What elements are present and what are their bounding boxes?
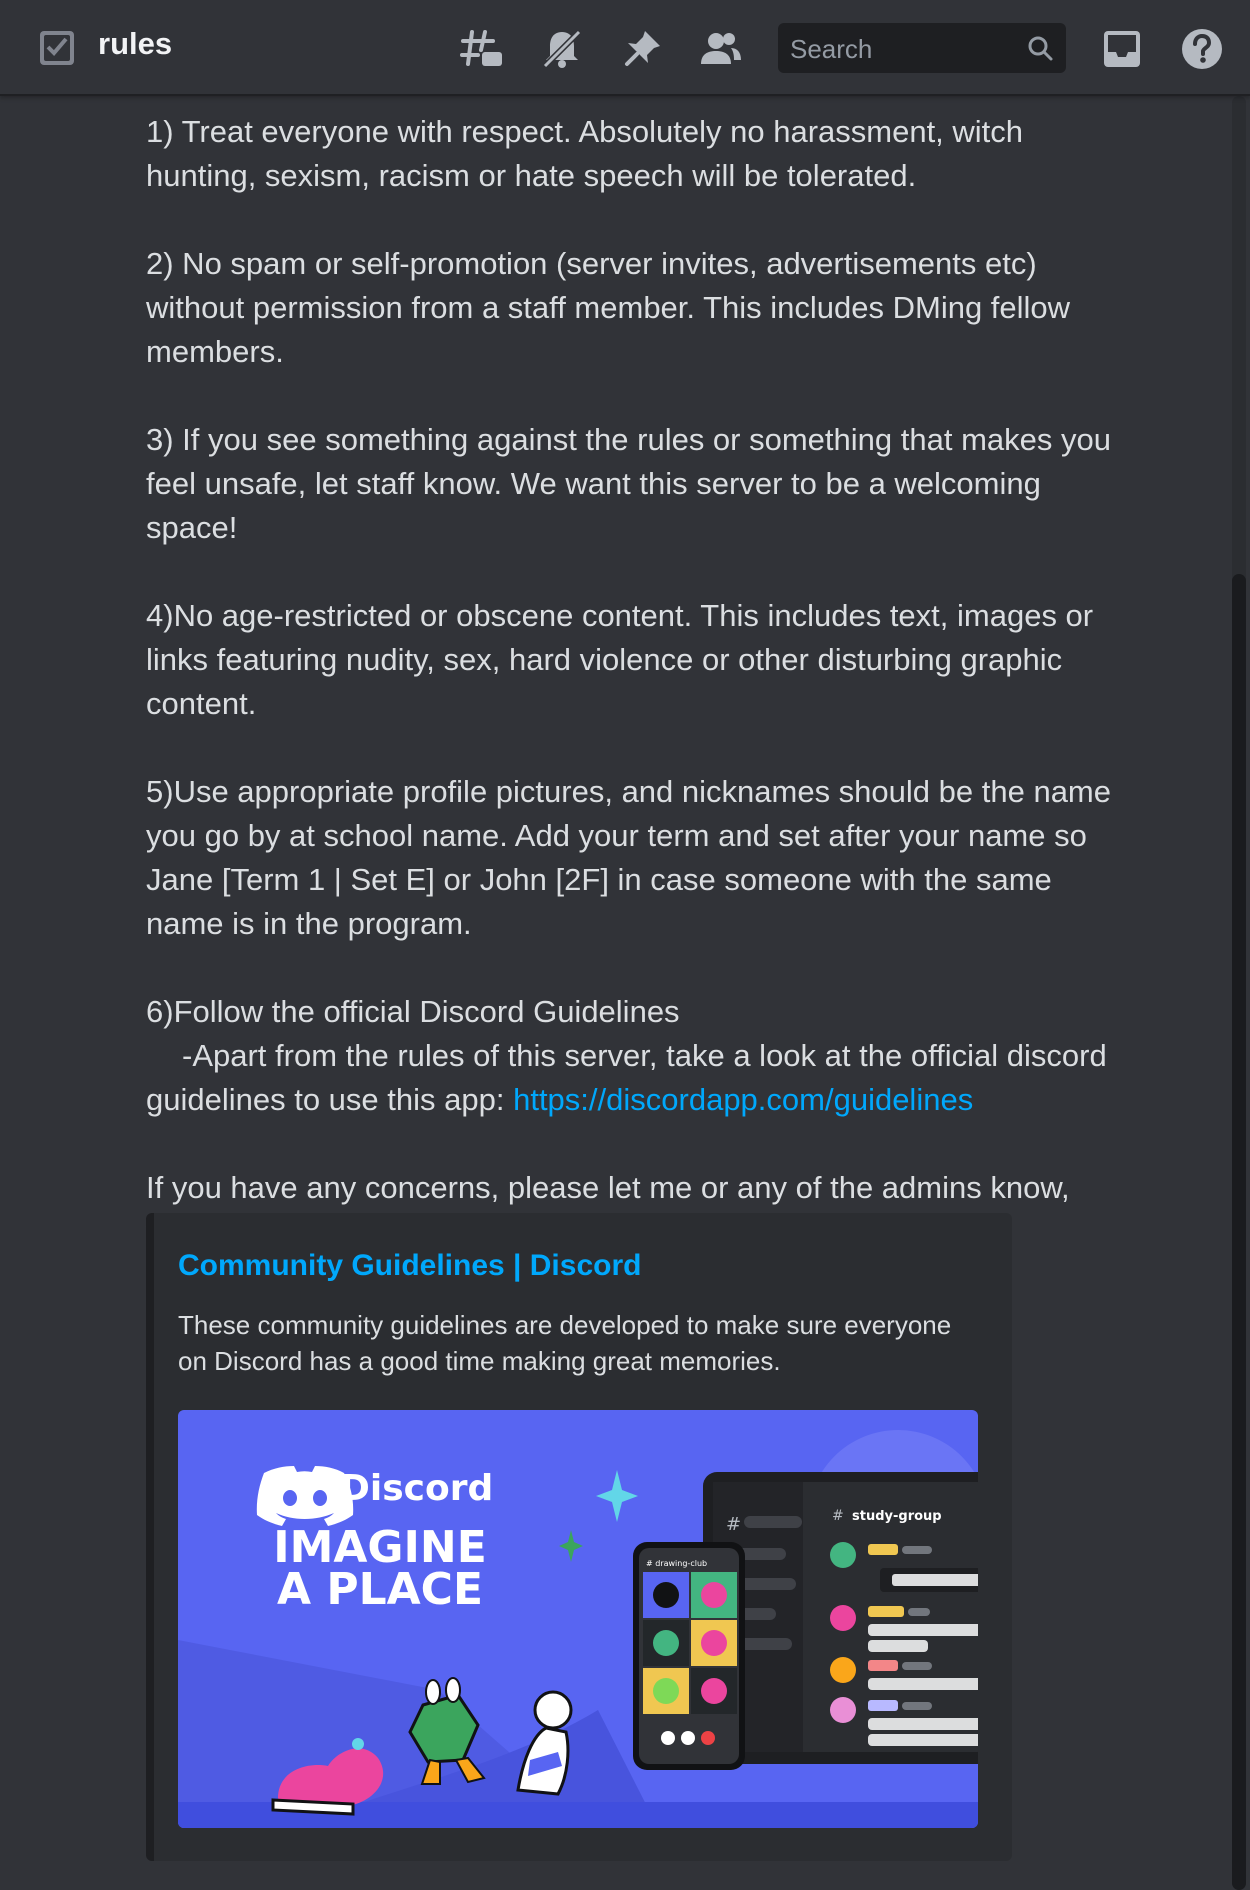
members-icon[interactable] xyxy=(698,26,744,72)
mute-bell-icon[interactable] xyxy=(539,26,585,72)
link-embed: Community Guidelines | Discord These com… xyxy=(146,1213,1012,1861)
svg-text:#: # xyxy=(726,1514,741,1535)
rule-2-text: 2) No spam or self-promotion (server inv… xyxy=(146,246,1079,369)
rule-4-text: 4)No age-restricted or obscene content. … xyxy=(146,598,1102,721)
rule-1-text: 1) Treat everyone with respect. Absolute… xyxy=(146,114,1032,193)
pin-icon[interactable] xyxy=(619,26,665,72)
inbox-icon[interactable] xyxy=(1099,26,1145,72)
discord-logo xyxy=(256,1466,354,1526)
help-icon[interactable] xyxy=(1179,26,1225,72)
channel-name: rules xyxy=(98,26,173,61)
embed-title[interactable]: Community Guidelines | Discord xyxy=(178,1249,641,1283)
search-icon xyxy=(1028,36,1053,61)
svg-text:#: # xyxy=(832,1508,844,1524)
rule-6-text: 6)Follow the official Discord Guidelines… xyxy=(146,990,1136,1122)
embed-image[interactable]: Discord IMAGINE A PLACE # # study-group xyxy=(178,1410,978,1828)
embed-description: These community guidelines are developed… xyxy=(178,1310,952,1376)
rule-6-heading: 6)Follow the official Discord Guidelines xyxy=(146,994,680,1029)
laptop-channel-label: study-group xyxy=(852,1509,942,1524)
phone-illustration: # drawing-club xyxy=(633,1542,745,1770)
rule-3-text: 3) If you see something against the rule… xyxy=(146,422,1120,545)
scrollbar-thumb[interactable] xyxy=(1232,574,1246,1890)
image-headline-line2: A PLACE xyxy=(277,1564,483,1615)
message-content: 1) Treat everyone with respect. Absolute… xyxy=(146,110,1136,1254)
threads-icon[interactable] xyxy=(458,26,504,72)
image-brand-text: Discord xyxy=(340,1468,493,1509)
search-input[interactable]: Search xyxy=(778,23,1066,73)
rule-5-text: 5)Use appropriate profile pictures, and … xyxy=(146,774,1120,941)
checkbox-channel-icon xyxy=(40,31,74,65)
guidelines-link[interactable]: https://discordapp.com/guidelines xyxy=(513,1082,973,1117)
search-placeholder: Search xyxy=(790,34,873,64)
channel-header: rules Search xyxy=(0,0,1250,96)
phone-channel-label: # drawing-club xyxy=(646,1559,707,1568)
